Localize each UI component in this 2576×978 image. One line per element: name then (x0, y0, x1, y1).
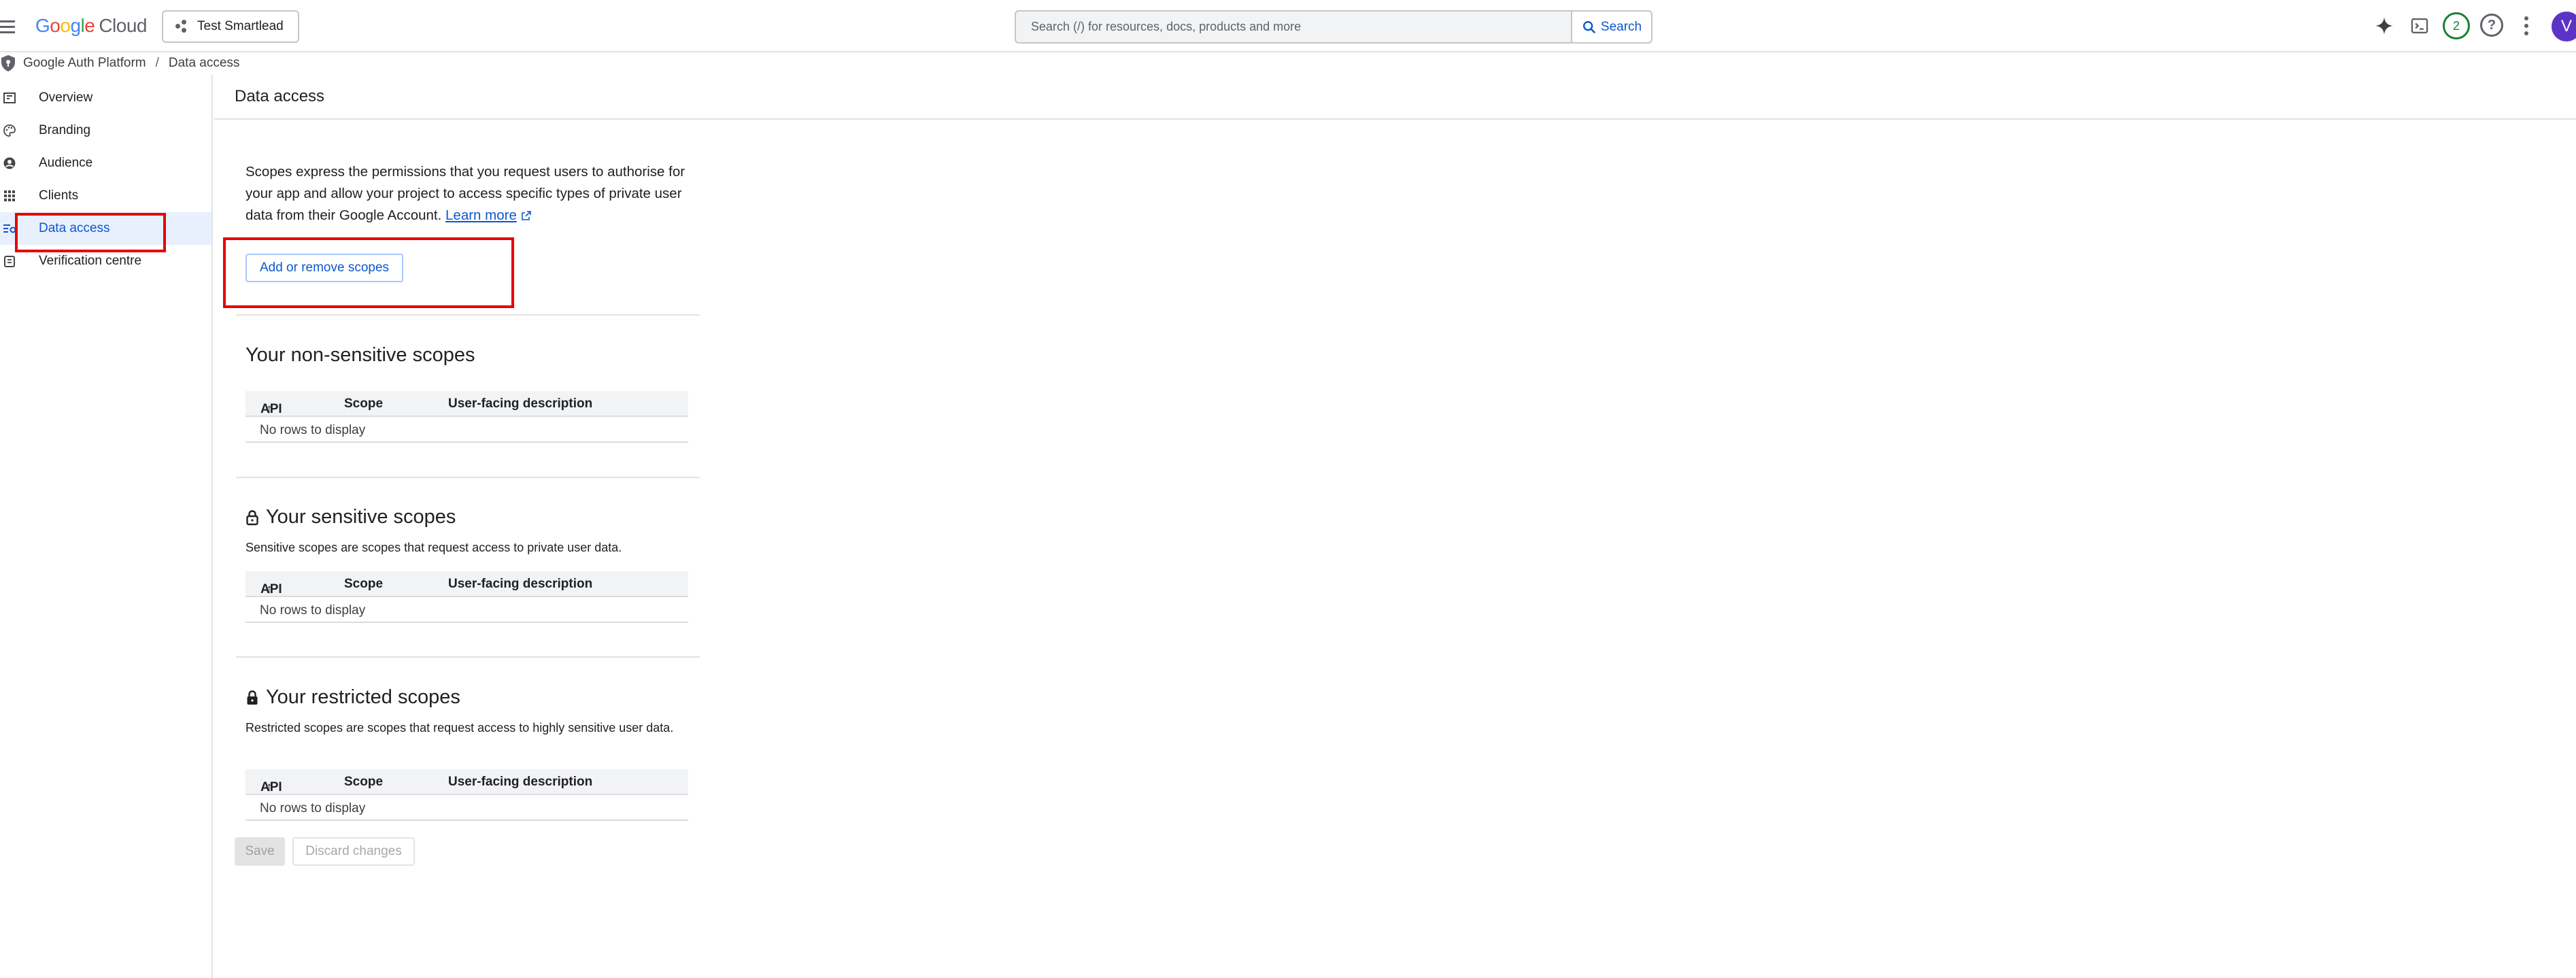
cloud-shell-terminal-icon[interactable] (2407, 14, 2432, 38)
page-header: Data access (214, 75, 2576, 120)
discard-changes-button[interactable]: Discard changes (292, 837, 415, 866)
data-access-icon (3, 222, 16, 235)
sidebar-item-label: Overview (39, 90, 93, 105)
sort-ascending-icon[interactable]: ↑ (266, 402, 273, 417)
avatar[interactable]: V (2552, 12, 2576, 41)
project-picker-button[interactable]: Test Smartlead (162, 10, 299, 43)
restricted-table-header: API ↑ Scope User-facing description (245, 769, 688, 795)
apps-grid-icon (3, 189, 16, 203)
sort-ascending-icon[interactable]: ↑ (266, 780, 273, 795)
top-bar: Google Cloud Test Smartlead Search (/) fo… (0, 0, 2576, 52)
palette-icon (3, 124, 16, 137)
search-placeholder: Search (/) for resources, docs, products… (1031, 20, 1302, 33)
sort-ascending-icon[interactable]: ↑ (266, 582, 273, 597)
sidebar-item-label: Audience (39, 156, 93, 170)
column-header-description[interactable]: User-facing description (448, 397, 592, 411)
sidebar-item-label: Branding (39, 123, 91, 137)
sensitive-table-header: API ↑ Scope User-facing description (245, 571, 688, 597)
empty-message: No rows to display (260, 801, 366, 815)
page-title: Data access (235, 87, 325, 105)
search-icon (1582, 20, 1596, 33)
more-options-icon[interactable] (2524, 16, 2528, 35)
project-name: Test Smartlead (197, 19, 284, 33)
sensitive-scopes-title: Your sensitive scopes (245, 506, 456, 528)
sidebar: Overview Branding Audience Clients Data … (0, 75, 213, 978)
column-header-scope[interactable]: Scope (344, 577, 383, 592)
project-icon (175, 20, 189, 33)
help-icon[interactable]: ? (2480, 14, 2503, 37)
non-sensitive-scopes-title: Your non-sensitive scopes (245, 344, 475, 367)
lock-icon (247, 690, 258, 705)
restricted-scopes-description: Restricted scopes are scopes that reques… (245, 721, 674, 735)
column-header-scope[interactable]: Scope (344, 775, 383, 790)
sensitive-table-empty: No rows to display (245, 598, 688, 623)
notifications-badge[interactable]: 2 (2443, 12, 2470, 39)
sensitive-scopes-heading: Your sensitive scopes (266, 506, 456, 528)
search-button[interactable]: Search (1571, 10, 1653, 44)
restricted-scopes-title: Your restricted scopes (245, 686, 460, 709)
breadcrumb-root[interactable]: Google Auth Platform (23, 56, 146, 71)
checklist-icon (3, 254, 16, 268)
divider (236, 656, 700, 658)
dashboard-icon (3, 91, 16, 105)
shield-icon (1, 55, 15, 71)
non-sensitive-table-header: API ↑ Scope User-facing description (245, 391, 688, 417)
restricted-table-empty: No rows to display (245, 796, 688, 821)
breadcrumb-separator: / (155, 56, 159, 70)
learn-more-link[interactable]: Learn more (445, 207, 517, 223)
sidebar-item-data-access[interactable]: Data access (0, 212, 211, 245)
search-input[interactable]: Search (/) for resources, docs, products… (1015, 10, 1572, 44)
search-button-label: Search (1600, 19, 1642, 34)
empty-message: No rows to display (260, 423, 366, 437)
save-button[interactable]: Save (235, 837, 285, 866)
main-menu-icon[interactable] (0, 20, 15, 33)
divider (236, 477, 700, 478)
add-or-remove-scopes-button[interactable]: Add or remove scopes (245, 254, 403, 282)
sensitive-scopes-description: Sensitive scopes are scopes that request… (245, 541, 622, 554)
column-header-scope[interactable]: Scope (344, 397, 383, 411)
learn-more-label: Learn more (445, 207, 517, 223)
sidebar-item-audience[interactable]: Audience (0, 147, 211, 180)
sidebar-item-label: Clients (39, 188, 79, 203)
column-header-description[interactable]: User-facing description (448, 775, 592, 790)
divider (236, 314, 700, 316)
lock-open-outline-icon (246, 509, 258, 525)
account-circle-icon (3, 156, 16, 170)
breadcrumb: Google Auth Platform / Data access (0, 53, 239, 73)
non-sensitive-scopes-heading: Your non-sensitive scopes (245, 344, 475, 366)
sidebar-item-clients[interactable]: Clients (0, 180, 211, 212)
sidebar-item-overview[interactable]: Overview (0, 82, 211, 114)
empty-message: No rows to display (260, 603, 366, 618)
sidebar-item-verification-centre[interactable]: Verification centre (0, 245, 211, 277)
breadcrumb-current: Data access (168, 56, 240, 70)
non-sensitive-table-empty: No rows to display (245, 418, 688, 443)
external-link-icon (521, 211, 531, 220)
gemini-sparkle-icon[interactable] (2372, 14, 2396, 38)
intro-text: Scopes express the permissions that you … (245, 161, 694, 226)
column-header-description[interactable]: User-facing description (448, 577, 592, 592)
sidebar-item-label: Verification centre (39, 254, 142, 268)
restricted-scopes-heading: Your restricted scopes (266, 686, 460, 708)
sidebar-item-branding[interactable]: Branding (0, 114, 211, 147)
google-cloud-logo[interactable]: Google Cloud (35, 15, 147, 37)
sidebar-item-label: Data access (39, 221, 110, 235)
